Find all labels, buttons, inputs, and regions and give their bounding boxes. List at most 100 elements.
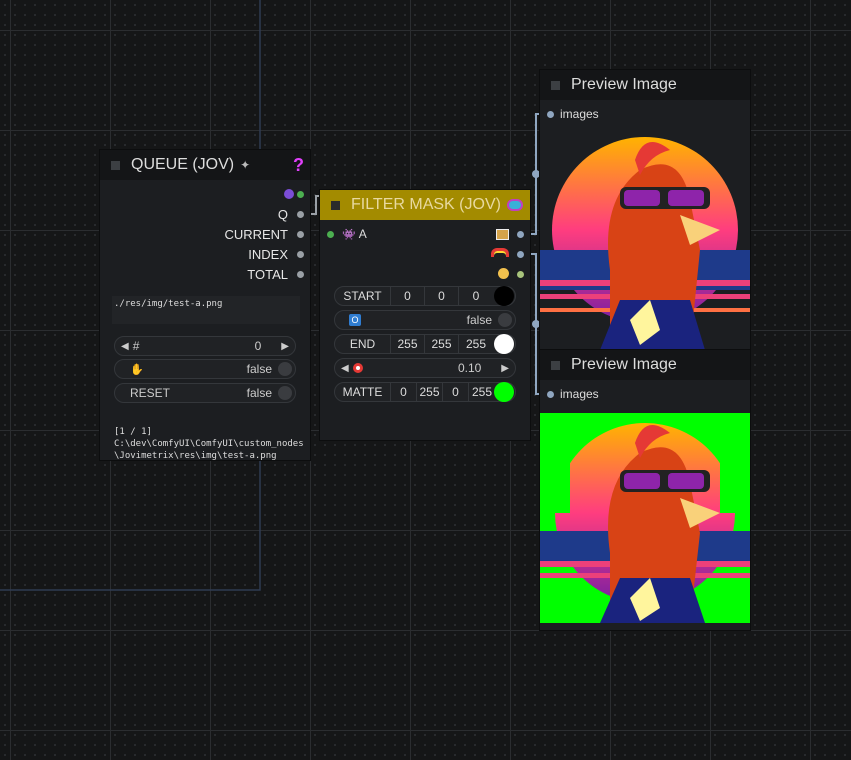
range-icon: O <box>349 314 361 326</box>
output-rainbow[interactable] <box>490 244 530 264</box>
toggle-knob <box>278 362 292 376</box>
start-b[interactable]: 0 <box>459 286 493 306</box>
range-toggle[interactable]: O false <box>334 310 516 330</box>
output-q-label: Q <box>277 206 288 222</box>
status-path: C:\dev\ComfyUI\ComfyUI\custom_nodes\Jovi… <box>114 439 304 461</box>
help-button[interactable]: ? <box>293 155 304 176</box>
toggle-knob <box>498 313 512 327</box>
input-a[interactable]: 👾 A <box>320 224 367 244</box>
end-b[interactable]: 255 <box>459 334 493 354</box>
reset-value: false <box>246 386 272 400</box>
preview-image-top <box>540 130 750 350</box>
matte-g[interactable]: 255 <box>417 382 443 402</box>
output-total-label: TOTAL <box>247 266 288 282</box>
preview-top-title-text: Preview Image <box>571 76 677 93</box>
matte-r[interactable]: 0 <box>391 382 417 402</box>
sparkle-emoji-icon: ✦ <box>240 158 251 172</box>
matte-color-widget[interactable]: MATTE 0 255 0 255 <box>334 382 516 402</box>
alien-icon: 👾 <box>342 228 356 241</box>
mask-face-icon <box>498 268 509 279</box>
decrement-arrow-icon[interactable]: ◀ <box>341 363 349 374</box>
hand-icon: ✋ <box>130 363 144 376</box>
output-current-label: CURRENT <box>224 226 288 242</box>
hold-toggle[interactable]: ✋ false <box>114 359 296 379</box>
collapse-icon[interactable] <box>551 80 560 90</box>
preview-image-node-top[interactable]: Preview Image images <box>540 70 750 350</box>
end-r[interactable]: 255 <box>391 334 425 354</box>
collapse-icon[interactable] <box>331 200 340 210</box>
preview-top-input[interactable]: images <box>540 104 599 124</box>
output-orb[interactable] <box>284 184 310 204</box>
start-r[interactable]: 0 <box>391 286 425 306</box>
input-slot[interactable] <box>547 391 554 398</box>
index-label: # <box>132 339 140 353</box>
preview-top-title[interactable]: Preview Image <box>540 70 750 100</box>
increment-arrow-icon[interactable]: ▶ <box>281 341 289 352</box>
end-label: END <box>335 334 391 354</box>
end-color-swatch[interactable] <box>494 334 514 354</box>
output-mask[interactable] <box>490 264 530 284</box>
queue-text: ./res/img/test-a.png <box>114 299 223 309</box>
orb-icon <box>284 189 294 199</box>
fuzz-value: 0.10 <box>457 361 482 375</box>
matte-color-swatch[interactable] <box>494 382 514 402</box>
preview-image-node-bottom[interactable]: Preview Image images <box>540 350 750 630</box>
start-g[interactable]: 0 <box>425 286 459 306</box>
matte-a[interactable]: 255 <box>469 382 495 402</box>
diving-mask-icon <box>506 199 523 211</box>
input-slot[interactable] <box>327 231 334 238</box>
output-slot[interactable] <box>297 271 304 278</box>
preview-top-input-label: images <box>560 107 599 121</box>
matte-label: MATTE <box>335 382 391 402</box>
output-q[interactable]: Q <box>278 204 310 224</box>
queue-node[interactable]: QUEUE (JOV) ✦ ? Q CURRENT INDEX TOTAL ./… <box>100 150 310 462</box>
rooster-artwork <box>540 137 750 350</box>
output-slot[interactable] <box>297 231 304 238</box>
filter-mask-node[interactable]: FILTER MASK (JOV) 👾 A START 0 0 0 O fals… <box>320 190 530 440</box>
lifebuoy-icon <box>352 363 363 373</box>
increment-arrow-icon[interactable]: ▶ <box>501 363 509 374</box>
reset-label: RESET <box>130 386 171 400</box>
output-index[interactable]: INDEX <box>248 244 310 264</box>
output-current[interactable]: CURRENT <box>224 224 310 244</box>
output-slot[interactable] <box>297 251 304 258</box>
queue-node-title[interactable]: QUEUE (JOV) ✦ ? <box>100 150 310 180</box>
reset-toggle[interactable]: RESET false <box>114 383 296 403</box>
matte-b[interactable]: 0 <box>443 382 469 402</box>
start-color-swatch[interactable] <box>494 286 514 306</box>
output-slot[interactable] <box>297 191 304 198</box>
preview-image-bottom <box>540 413 750 623</box>
input-slot[interactable] <box>547 111 554 118</box>
index-value: 0 <box>254 339 262 353</box>
hold-value: false <box>246 362 272 376</box>
queue-title-text: QUEUE (JOV) <box>131 156 235 173</box>
status-text: [1 / 1] C:\dev\ComfyUI\ComfyUI\custom_no… <box>114 426 308 462</box>
output-index-label: INDEX <box>248 246 288 262</box>
image-icon <box>496 229 509 240</box>
collapse-icon[interactable] <box>111 160 120 170</box>
end-g[interactable]: 255 <box>425 334 459 354</box>
collapse-icon[interactable] <box>551 360 560 370</box>
output-slot[interactable] <box>517 271 524 278</box>
output-slot[interactable] <box>517 251 524 258</box>
decrement-arrow-icon[interactable]: ◀ <box>121 341 129 352</box>
range-value: false <box>466 313 492 327</box>
output-total[interactable]: TOTAL <box>247 264 310 284</box>
start-color-widget[interactable]: START 0 0 0 <box>334 286 516 306</box>
preview-bottom-title[interactable]: Preview Image <box>540 350 750 380</box>
rainbow-icon <box>491 248 509 257</box>
fuzz-widget[interactable]: ◀ 0.10 ▶ <box>334 358 516 378</box>
status-progress: [1 / 1] <box>114 427 152 437</box>
output-image[interactable] <box>490 224 530 244</box>
preview-bottom-input-label: images <box>560 387 599 401</box>
end-color-widget[interactable]: END 255 255 255 <box>334 334 516 354</box>
queue-textarea[interactable]: ./res/img/test-a.png <box>112 296 300 324</box>
preview-bottom-input[interactable]: images <box>540 384 599 404</box>
rooster-artwork-masked <box>540 413 750 623</box>
output-slot[interactable] <box>297 211 304 218</box>
preview-bottom-title-text: Preview Image <box>571 356 677 373</box>
filter-node-title[interactable]: FILTER MASK (JOV) <box>320 190 530 220</box>
start-label: START <box>335 286 391 306</box>
output-slot[interactable] <box>517 231 524 238</box>
index-widget[interactable]: ◀ # 0 ▶ <box>114 336 296 356</box>
